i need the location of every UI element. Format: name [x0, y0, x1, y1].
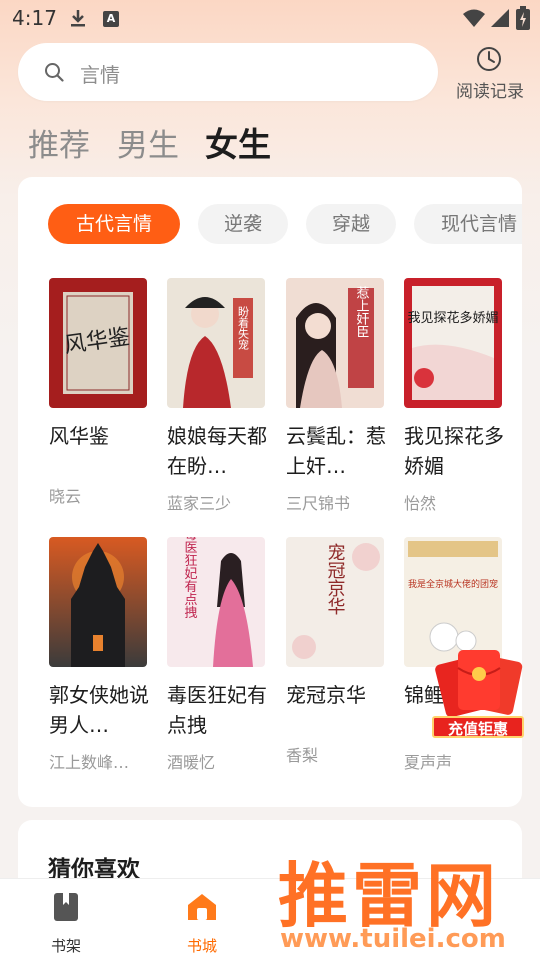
book-author: 江上数峰…	[49, 753, 130, 772]
book-cover-text: 盼着失宠	[237, 306, 250, 350]
book-cover-text: 宠冠京华	[325, 543, 346, 615]
chip-modern-romance[interactable]: 现代言情	[414, 204, 522, 244]
book-item[interactable]: 惹上奸臣 云鬓乱：惹上奸… 三尺锦书	[286, 278, 386, 513]
tab-recommend[interactable]: 推荐	[28, 120, 90, 165]
book-author: 怡然	[404, 494, 437, 513]
book-author: 晓云	[49, 487, 82, 506]
recharge-promo[interactable]: 充值钜惠	[426, 640, 530, 744]
tab-female[interactable]: 女生	[205, 118, 271, 166]
book-author: 夏声声	[404, 753, 453, 772]
search-placeholder: 言情	[80, 63, 120, 87]
book-cover	[49, 537, 147, 667]
chip-ancient-romance[interactable]: 古代言情	[48, 204, 180, 244]
book-cover: 盼着失宠	[167, 278, 265, 408]
status-time: 4:17	[12, 6, 57, 30]
notification-app-icon: A	[103, 11, 119, 27]
signal-icon	[491, 9, 509, 27]
reading-history-button[interactable]: 阅读记录	[450, 44, 530, 104]
reading-history-label: 阅读记录	[456, 82, 524, 102]
book-title: 云鬓乱：惹上奸…	[286, 424, 386, 478]
book-title: 风华鉴	[49, 424, 109, 448]
nav-label: 书城	[186, 937, 217, 955]
book-item[interactable]: 风华鉴 风华鉴 晓云	[49, 278, 149, 508]
nav-bookstore[interactable]: 书城	[162, 879, 242, 960]
store-icon	[188, 894, 216, 920]
book-cover: 宠冠京华	[286, 537, 384, 667]
search-icon	[45, 63, 64, 82]
book-cover: 风华鉴	[49, 278, 147, 408]
nav-label: 书架	[50, 937, 81, 955]
book-cover: 我见探花多娇媚	[404, 278, 502, 408]
category-chips: 古代言情 逆袭 穿越 现代言情	[48, 204, 522, 246]
wifi-icon	[463, 9, 485, 27]
chip-time-travel[interactable]: 穿越	[306, 204, 396, 244]
nav-bookshelf[interactable]: 书架	[26, 879, 106, 960]
book-cover: 毒医狂妃有点拽	[167, 537, 265, 667]
bottom-navigation: 书架 书城	[0, 878, 540, 960]
book-item[interactable]: 毒医狂妃有点拽 毒医狂妃有点拽 酒暖忆	[167, 537, 267, 772]
book-title: 娘娘每天都在盼…	[167, 424, 267, 478]
book-cover: 惹上奸臣	[286, 278, 384, 408]
book-item[interactable]: 宠冠京华 宠冠京华 香梨	[286, 537, 386, 767]
book-item[interactable]: 盼着失宠 娘娘每天都在盼… 蓝家三少	[167, 278, 267, 513]
book-cover-text: 我是全京城大佬的团宠	[408, 578, 498, 590]
book-icon	[54, 893, 78, 921]
book-title: 郭女侠她说男人…	[49, 683, 149, 737]
book-author: 酒暖忆	[167, 753, 216, 772]
book-author: 三尺锦书	[286, 494, 351, 513]
book-author: 蓝家三少	[167, 494, 232, 513]
book-author: 香梨	[286, 746, 319, 765]
book-cover-text: 毒医狂妃有点拽	[182, 537, 198, 619]
download-icon	[71, 10, 85, 27]
red-envelope-icon	[435, 650, 523, 718]
book-cover-text: 我见探花多娇媚	[407, 310, 498, 326]
book-item[interactable]: 郭女侠她说男人… 江上数峰…	[49, 537, 149, 772]
clock-icon	[477, 47, 501, 71]
book-title: 宠冠京华	[286, 683, 366, 707]
chip-counterattack[interactable]: 逆袭	[198, 204, 288, 244]
book-cover-text: 惹上奸臣	[354, 286, 370, 338]
book-item[interactable]: 我见探花多娇媚 我见探花多娇媚 怡然	[404, 278, 504, 513]
status-bar: 4:17 A	[0, 0, 540, 36]
promo-label: 充值钜惠	[432, 716, 524, 738]
battery-icon	[516, 6, 530, 30]
search-bar[interactable]: 言情	[18, 43, 438, 101]
book-title: 我见探花多娇媚	[404, 424, 504, 478]
tab-male[interactable]: 男生	[117, 120, 179, 165]
book-title: 毒医狂妃有点拽	[167, 683, 267, 737]
